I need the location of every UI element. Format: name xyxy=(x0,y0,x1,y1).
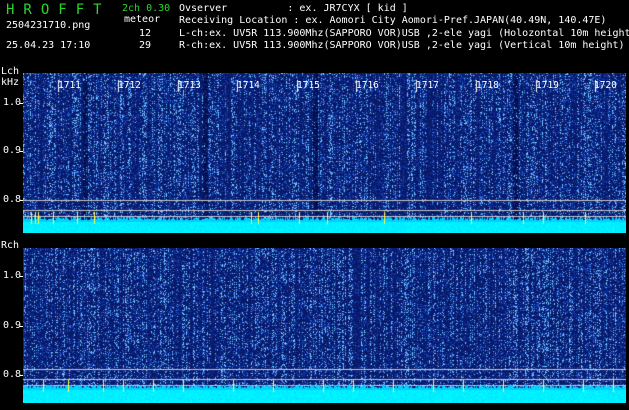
hour-label: 1716 xyxy=(356,80,379,91)
hour-label: 1718 xyxy=(476,80,499,91)
rch-meteor-count: 29 xyxy=(138,40,151,51)
rch-tick-label: 1.0 xyxy=(3,270,22,281)
hour-label: 1713 xyxy=(178,80,201,91)
lch-label: Lch xyxy=(1,66,20,77)
lch-tick-label: 1.0 xyxy=(3,97,22,108)
hour-label: 1717 xyxy=(416,80,439,91)
lch-meteor-count: 12 xyxy=(138,28,151,39)
rch-tick-label: 0.8 xyxy=(3,369,22,380)
lch-tick-label: 0.8 xyxy=(3,194,22,205)
hour-label: 1719 xyxy=(536,80,559,91)
hour-label: 1714 xyxy=(237,80,260,91)
hour-label: 1711 xyxy=(58,80,81,91)
lch-unit: kHz xyxy=(1,77,20,88)
lch-spectrogram xyxy=(23,73,626,233)
date-time: 25.04.23 17:10 xyxy=(6,40,91,51)
file-name: 2504231710.png xyxy=(6,20,91,31)
app-title: HROFFT xyxy=(6,2,111,18)
lch-receiver-line: L-ch:ex. UV5R 113.900Mhz(SAPPORO VOR)USB… xyxy=(179,28,629,39)
hour-label: 1720 xyxy=(594,80,617,91)
rch-spectrogram xyxy=(23,248,626,403)
meteor-label: meteor xyxy=(124,14,161,25)
rch-receiver-line: R-ch:ex. UV5R 113.900Mhz(SAPPORO VOR)USB… xyxy=(179,40,625,51)
hour-label: 1715 xyxy=(297,80,320,91)
location-line: Receiving Location : ex. Aomori City Aom… xyxy=(179,15,607,26)
observer-line: Ovserver : ex. JR7CYX [ kid ] xyxy=(179,3,408,14)
hour-label: 1712 xyxy=(118,80,141,91)
rch-label: Rch xyxy=(1,240,20,251)
rch-tick-label: 0.9 xyxy=(3,320,22,331)
lch-tick-label: 0.9 xyxy=(3,145,22,156)
version-label: 2ch 0.30 xyxy=(122,3,171,14)
